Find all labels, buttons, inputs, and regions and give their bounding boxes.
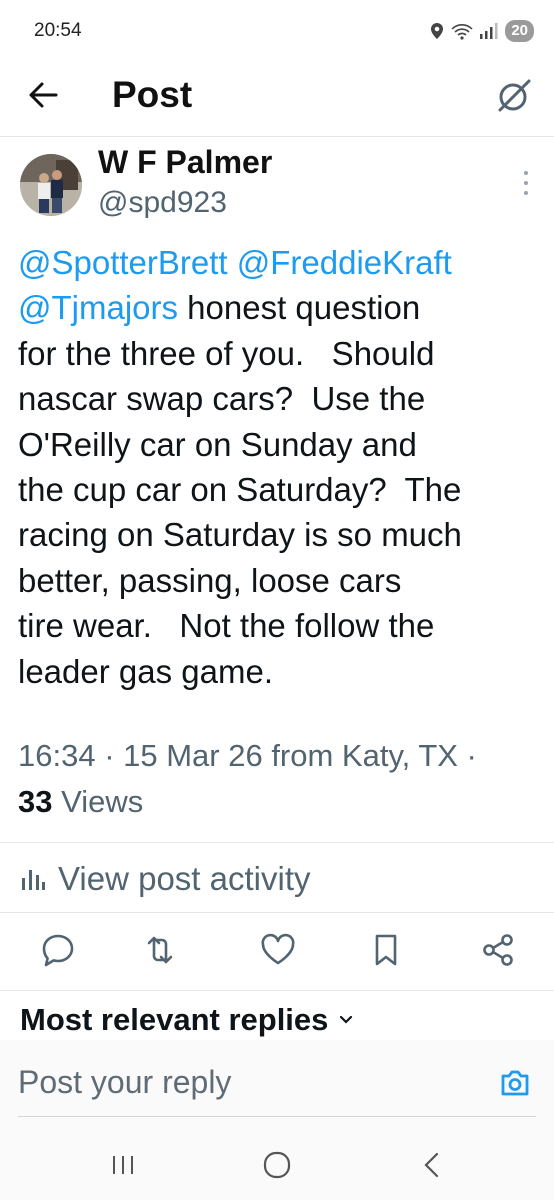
page-title: Post	[112, 74, 193, 115]
post-text-line: tire wear. Not the follow the	[18, 607, 435, 645]
analytics-icon	[22, 870, 45, 890]
post-text-line: for the three of you. Should	[18, 334, 435, 372]
post-text-line: the cup car on Saturday? The	[18, 471, 462, 509]
recent-apps-icon[interactable]	[106, 1148, 140, 1182]
view-post-activity[interactable]: View post activity	[20, 860, 311, 898]
post-meta: 16:34 · 15 Mar 26 from Katy, TX ·	[18, 738, 477, 773]
header-divider	[0, 136, 554, 137]
author-name[interactable]: W F Palmer	[98, 144, 272, 181]
repost-icon[interactable]	[140, 930, 180, 970]
post-text-line: racing on Saturday is so much	[18, 516, 462, 554]
heart-icon[interactable]	[258, 930, 298, 970]
bookmark-icon[interactable]	[366, 930, 406, 970]
activity-divider	[0, 912, 554, 913]
views-number: 33	[18, 784, 53, 819]
post-text-line: leader gas game.	[18, 652, 273, 690]
avatar[interactable]	[20, 154, 82, 216]
location-icon	[431, 23, 444, 39]
home-icon[interactable]	[260, 1148, 294, 1182]
author-handle[interactable]: @spd923	[98, 186, 227, 220]
views-count: 33 Views	[18, 784, 143, 820]
mention-link[interactable]: @SpotterBrett	[18, 244, 228, 281]
views-label: Views	[52, 784, 144, 819]
post-text-line: O'Reilly car on Sunday and	[18, 425, 417, 463]
nav-back-icon[interactable]	[416, 1148, 450, 1182]
meta-divider	[0, 842, 554, 843]
actions-divider	[0, 990, 554, 991]
reply-divider	[18, 1116, 536, 1117]
arrow-left-icon[interactable]	[26, 78, 60, 112]
camera-icon[interactable]	[498, 1066, 532, 1100]
post-text-line: nascar swap cars? Use the	[18, 380, 426, 418]
post-text-line: better, passing, loose cars	[18, 561, 402, 599]
post-text: @SpotterBrett @FreddieKraft @Tjmajors ho…	[18, 240, 538, 694]
mention-link[interactable]: @Tjmajors	[18, 289, 178, 326]
post-text-line: honest question	[178, 289, 421, 327]
chevron-down-icon	[340, 1015, 353, 1024]
replies-sort-dropdown[interactable]: Most relevant replies	[20, 1002, 354, 1038]
reply-input[interactable]	[18, 1064, 458, 1101]
activity-label: View post activity	[58, 860, 311, 897]
more-vertical-icon[interactable]	[522, 168, 530, 198]
wifi-icon	[451, 24, 473, 40]
grok-icon[interactable]	[494, 76, 534, 116]
mention-link[interactable]: @FreddieKraft	[237, 244, 452, 281]
battery-indicator: 20	[505, 20, 534, 42]
status-time: 20:54	[34, 20, 82, 41]
reply-icon[interactable]	[38, 930, 78, 970]
status-icons: 20	[429, 20, 534, 42]
replies-heading: Most relevant replies	[20, 1002, 329, 1037]
signal-icon	[480, 23, 498, 39]
share-icon[interactable]	[478, 930, 518, 970]
